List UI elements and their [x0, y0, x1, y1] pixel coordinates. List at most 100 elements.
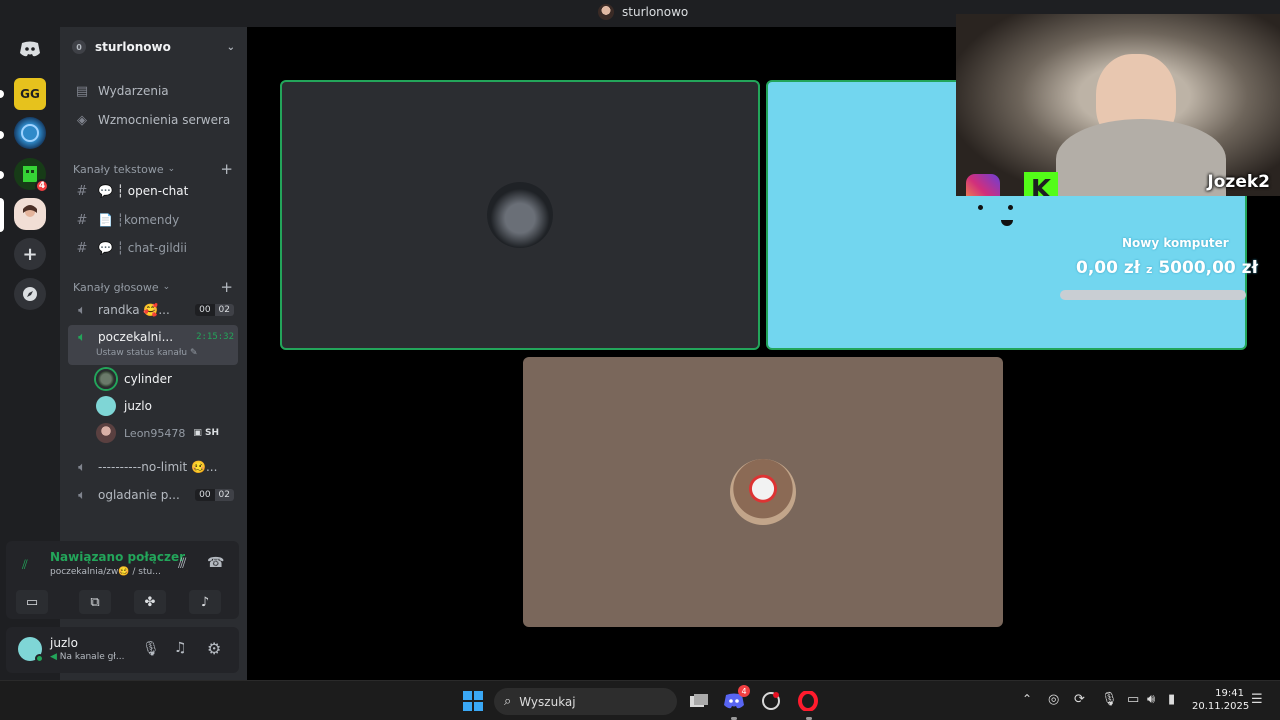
user-status-label: Na kanale gł...	[59, 652, 125, 662]
noise-suppression-icon[interactable]: ⫻	[178, 556, 186, 572]
video-tile-cylinder[interactable]	[280, 80, 760, 350]
goal-target: 5000,00 zł	[1158, 258, 1258, 278]
screen-share-button[interactable]: ⧉	[79, 590, 111, 614]
camera-off-button[interactable]: ▭	[16, 590, 48, 614]
connection-channel[interactable]: poczekalnia/zw🥴 / stu...	[50, 567, 161, 577]
soundboard-button[interactable]: ♪	[189, 590, 221, 614]
tray-overflow-icon[interactable]: ⌃	[1022, 692, 1032, 706]
server-green-icon[interactable]: 4	[14, 158, 49, 193]
settings-gear-icon[interactable]: ⚙	[207, 639, 221, 658]
windows-start-icon[interactable]	[461, 689, 485, 713]
voice-member[interactable]: Leon95478 ▣ SH	[96, 421, 219, 445]
battery-icon[interactable]: ▮	[1168, 692, 1175, 707]
server-header[interactable]: 0 sturlonowo ⌄	[60, 27, 247, 67]
task-view-icon[interactable]	[687, 689, 711, 713]
member-name: cylinder	[124, 372, 172, 386]
hash-icon: #	[76, 183, 88, 199]
events-label: Wydarzenia	[98, 84, 169, 98]
app-taskbar-icon[interactable]	[759, 689, 783, 713]
microphone-icon[interactable]: 🎙︎	[142, 641, 160, 657]
hash-icon: #	[76, 240, 88, 256]
discord-taskbar-icon[interactable]: 4	[722, 685, 750, 713]
volume-icon[interactable]: 🔊︎	[1147, 692, 1155, 707]
voice-channel-no-limit[interactable]: 🔈︎ ----------no-limit 🥴...	[68, 454, 240, 480]
voice-channel-label: ----------no-limit 🥴...	[98, 460, 218, 474]
user-limit: 02	[214, 489, 234, 501]
voice-category-label: Kanały głosowe	[73, 280, 159, 294]
microphone-tray-icon[interactable]: 🎙︎	[1101, 692, 1118, 707]
events-item[interactable]: ▤ Wydarzenia	[68, 78, 240, 104]
speaker-icon: 🔈︎	[78, 459, 86, 475]
voice-channel-ogladanie[interactable]: 🔈︎ ogladanie p... 00 02	[68, 482, 240, 508]
voice-channel-poczekalnia[interactable]: 🔈︎ poczekalni... 2:15:32	[68, 325, 240, 349]
member-tag-label: SH	[205, 428, 220, 438]
boosts-item[interactable]: ◈ Wzmocnienia serwera	[68, 107, 240, 133]
donation-goal: Nowy komputer 0,00 zł z 5000,00 zł	[1060, 236, 1280, 300]
add-channel-icon[interactable]: +	[220, 160, 233, 178]
user-limit-badge: 00 02	[195, 489, 234, 501]
channel-open-chat[interactable]: # 💬 ┆ open-chat	[68, 178, 240, 204]
avatar	[96, 423, 116, 443]
streamer-name: Jozek2	[1207, 172, 1270, 192]
discord-home-icon[interactable]	[14, 33, 46, 65]
face-mouth-icon	[1001, 220, 1013, 226]
taskbar-search[interactable]: ⌕ Wyszukaj	[494, 688, 677, 715]
kick-icon: K	[1024, 172, 1058, 196]
camera-off-icon: ▭	[25, 594, 39, 610]
server-avatar-icon	[598, 4, 614, 20]
speaker-icon: 🔈︎	[78, 487, 86, 503]
disconnect-icon[interactable]: ☎	[207, 555, 224, 571]
user-count: 00	[199, 305, 211, 315]
text-category[interactable]: Kanały tekstowe ⌄ +	[73, 160, 233, 178]
activities-icon: ✤	[144, 594, 156, 610]
signal-icon[interactable]: ⫽	[22, 558, 28, 573]
goal-separator: z	[1146, 263, 1153, 276]
face-eye-icon	[1008, 205, 1013, 210]
screen-share-icon: ⧉	[90, 594, 100, 610]
username: juzlo	[50, 636, 78, 650]
video-tile-leon[interactable]	[523, 357, 1003, 627]
voice-category[interactable]: Kanały głosowe ⌄ +	[73, 278, 233, 296]
channel-status-label: Ustaw status kanału	[96, 348, 188, 358]
channel-label: 💬 ┆ chat-gildii	[98, 241, 187, 255]
channel-komendy[interactable]: # 📄 ┆komendy	[68, 207, 240, 233]
notifications-icon[interactable]: ☰	[1251, 692, 1263, 707]
webcam-hoodie	[1056, 119, 1226, 196]
window-title-text: sturlonowo	[622, 5, 689, 19]
boosts-label: Wzmocnienia serwera	[98, 113, 231, 127]
clock-time: 19:41	[1215, 688, 1244, 699]
headphones-icon[interactable]: ♫	[174, 640, 187, 656]
goal-progress-track	[1060, 290, 1246, 300]
add-server-icon[interactable]: +	[14, 238, 46, 270]
channel-chat-gildii[interactable]: # 💬 ┆ chat-gildii	[68, 235, 240, 261]
clock[interactable]: 19:41 20.11.2025	[1192, 687, 1250, 713]
sync-icon[interactable]: ⟳	[1074, 692, 1085, 707]
server-wave-icon[interactable]	[14, 117, 46, 149]
avatar	[96, 369, 116, 389]
network-icon[interactable]: ▭	[1127, 692, 1139, 707]
server-sturlonowo-icon[interactable]	[14, 198, 46, 230]
discover-icon[interactable]	[14, 278, 46, 310]
online-status-icon	[35, 654, 44, 663]
activities-button[interactable]: ✤	[134, 590, 166, 614]
server-badge: 4	[35, 179, 49, 193]
clock-date: 20.11.2025	[1192, 701, 1250, 712]
voice-channel-randka[interactable]: 🔈︎ randka 🥰... 00 02	[68, 297, 240, 323]
user-panel: juzlo ◀︎ Na kanale gł... 🎙︎ ♫ ⚙	[6, 627, 239, 673]
tray-app-icon[interactable]: ◎	[1048, 692, 1059, 707]
call-timer: 2:15:32	[196, 332, 234, 342]
goal-current: 0,00 zł	[1076, 258, 1141, 278]
channel-label: 💬 ┆ open-chat	[98, 184, 189, 198]
avatar	[96, 396, 116, 416]
channel-status[interactable]: Ustaw status kanału ✎	[96, 348, 198, 358]
pencil-icon: ✎	[189, 348, 198, 358]
add-channel-icon[interactable]: +	[220, 278, 233, 296]
member-name: juzlo	[124, 399, 152, 413]
discord-badge: 4	[738, 685, 750, 697]
opera-icon[interactable]	[796, 689, 820, 713]
member-name: Leon95478	[124, 426, 186, 440]
voice-member[interactable]: juzlo	[96, 394, 152, 418]
server-gg-icon[interactable]: GG	[14, 78, 46, 110]
channel-label: 📄 ┆komendy	[98, 213, 180, 227]
voice-member[interactable]: cylinder	[96, 367, 172, 391]
